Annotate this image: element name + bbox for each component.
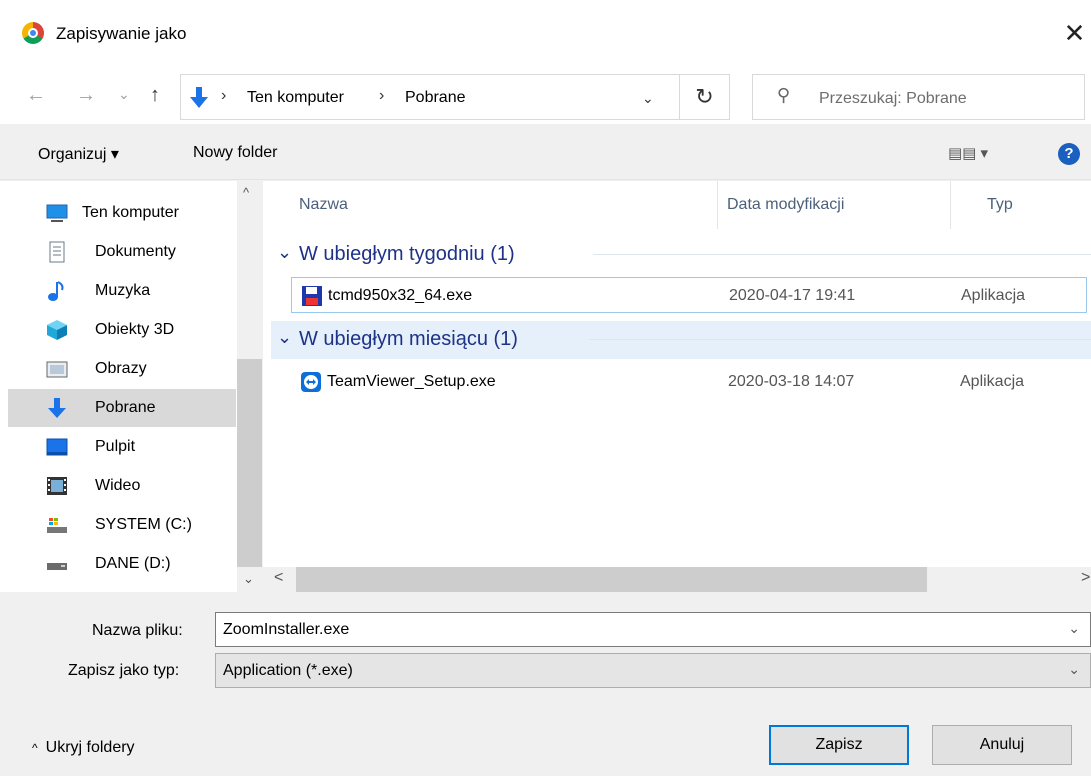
close-button[interactable]: ✕ (1058, 14, 1091, 52)
save-button[interactable]: Zapisz (769, 725, 909, 765)
view-options-icon[interactable]: ▤▤ ▾ (948, 144, 988, 162)
filetype-value: Application (*.exe) (223, 662, 353, 679)
sidebar-item-label: Obrazy (95, 360, 147, 377)
search-icon: ⚲ (777, 85, 791, 105)
back-button[interactable]: ← (26, 84, 46, 107)
file-list: Nazwa Data modyfikacji Typ ⌄ W ubiegłym … (263, 181, 1091, 592)
sidebar-scrollbar[interactable]: ^ ⌄ (237, 181, 262, 592)
sidebar-item-label: Pulpit (95, 438, 136, 455)
file-row[interactable]: TeamViewer_Setup.exe 2020-03-18 14:07 Ap… (291, 364, 1091, 400)
breadcrumb-separator: › (379, 87, 385, 104)
navigation-pane: Ten komputer Dokumenty Muzyka Obiekty 3D… (0, 181, 262, 592)
group-divider (593, 254, 1091, 255)
group-header-last-month[interactable]: ⌄ W ubiegłym miesiącu (1) (271, 321, 1091, 359)
new-folder-button[interactable]: Nowy folder (193, 144, 277, 162)
column-header-type[interactable]: Typ (951, 181, 1091, 229)
recent-locations-button[interactable]: ⌄ (118, 86, 130, 103)
sidebar-item-label: Dokumenty (95, 243, 176, 260)
teamviewer-icon (301, 372, 321, 392)
group-divider (589, 339, 1091, 340)
scroll-up-icon[interactable]: ^ (243, 185, 249, 200)
hide-folders-button[interactable]: ^ Ukryj foldery (32, 739, 135, 757)
scroll-right-icon[interactable]: > (1081, 569, 1090, 587)
cancel-button[interactable]: Anuluj (932, 725, 1072, 765)
horizontal-scroll-thumb[interactable] (296, 567, 927, 592)
sidebar-item-pulpit[interactable]: Pulpit (8, 428, 236, 466)
refresh-button[interactable]: ↻ (680, 74, 730, 120)
file-row[interactable]: tcmd950x32_64.exe 2020-04-17 19:41 Aplik… (291, 277, 1087, 313)
desktop-icon (46, 438, 68, 456)
sidebar-item-label: Obiekty 3D (95, 321, 175, 338)
forward-button[interactable]: → (76, 84, 96, 107)
search-input[interactable]: Przeszukaj: Pobrane (819, 90, 967, 108)
chevron-up-icon: ^ (32, 741, 38, 755)
download-icon (48, 398, 66, 418)
organize-menu[interactable]: Organizuj ▾ (38, 144, 119, 164)
sidebar-item-obiekty-3d[interactable]: Obiekty 3D (8, 311, 236, 349)
video-icon (47, 477, 67, 495)
sidebar-item-ten-komputer[interactable]: Ten komputer (8, 194, 236, 232)
system-drive-icon (47, 518, 67, 533)
sidebar-item-label: Pobrane (95, 399, 156, 416)
sidebar-item-label: DANE (D:) (95, 555, 171, 572)
pictures-icon (46, 361, 68, 378)
up-button[interactable]: ↑ (150, 84, 160, 107)
file-list-horizontal-scrollbar[interactable]: < > (263, 567, 1091, 592)
filename-input[interactable]: ZoomInstaller.exe (223, 621, 349, 639)
sidebar-item-system-c[interactable]: SYSTEM (C:) (8, 506, 236, 544)
chevron-down-icon[interactable]: ⌄ (1068, 661, 1080, 678)
document-icon (49, 241, 65, 263)
window-title: Zapisywanie jako (56, 24, 187, 43)
navigation-bar: ← → ⌄ ↑ › Ten komputer › Pobrane ⌄ ↻ ⚲ P… (0, 70, 1091, 124)
chrome-icon (22, 22, 44, 44)
breadcrumb-pobrane[interactable]: Pobrane (405, 89, 466, 107)
sidebar-item-obrazy[interactable]: Obrazy (8, 350, 236, 388)
drive-icon (47, 563, 67, 570)
sidebar-item-pobrane[interactable]: Pobrane (8, 389, 236, 427)
chevron-down-icon: ⌄ (277, 327, 293, 347)
scroll-down-icon[interactable]: ⌄ (243, 571, 254, 587)
filename-field[interactable]: ZoomInstaller.exe ⌄ (215, 612, 1091, 647)
filetype-label: Zapisz jako typ: (68, 662, 180, 679)
sidebar-item-dane-d[interactable]: DANE (D:) (8, 545, 236, 583)
command-toolbar: Organizuj ▾ Nowy folder ▤▤ ▾ ? (0, 124, 1091, 180)
breadcrumb-ten-komputer[interactable]: Ten komputer (247, 89, 344, 107)
sidebar-item-dokumenty[interactable]: Dokumenty (8, 233, 236, 271)
floppy-app-icon (302, 286, 322, 306)
column-header-date[interactable]: Data modyfikacji (718, 181, 950, 229)
column-header-name[interactable]: Nazwa (263, 181, 717, 229)
filetype-select[interactable]: Application (*.exe) ⌄ (215, 653, 1091, 688)
address-bar[interactable]: › Ten komputer › Pobrane ⌄ (180, 74, 680, 120)
breadcrumb-separator: › (221, 87, 227, 104)
sidebar-item-label: SYSTEM (C:) (95, 516, 192, 533)
download-icon (190, 87, 208, 108)
sidebar-item-muzyka[interactable]: Muzyka (8, 272, 236, 310)
sidebar-item-label: Wideo (95, 477, 141, 494)
sidebar-scroll-thumb[interactable] (237, 359, 262, 567)
scroll-left-icon[interactable]: < (274, 569, 283, 587)
sidebar-item-label: Muzyka (95, 282, 151, 299)
filename-label: Nazwa pliku: (92, 622, 183, 639)
computer-icon (46, 204, 68, 222)
music-icon (48, 281, 64, 301)
title-bar: Zapisywanie jako ✕ (0, 0, 1091, 70)
address-dropdown[interactable]: ⌄ (642, 90, 654, 107)
sidebar-item-wideo[interactable]: Wideo (8, 467, 236, 505)
sidebar-item-label: Ten komputer (82, 204, 179, 221)
search-box[interactable]: ⚲ Przeszukaj: Pobrane (752, 74, 1085, 120)
hide-folders-label: Ukryj foldery (45, 739, 135, 756)
chevron-down-icon: ⌄ (277, 242, 293, 262)
group-header-last-week[interactable]: ⌄ W ubiegłym tygodniu (1) (271, 236, 1091, 274)
help-icon[interactable]: ? (1058, 143, 1080, 165)
cube-3d-icon (47, 320, 67, 340)
chevron-down-icon[interactable]: ⌄ (1068, 620, 1080, 637)
